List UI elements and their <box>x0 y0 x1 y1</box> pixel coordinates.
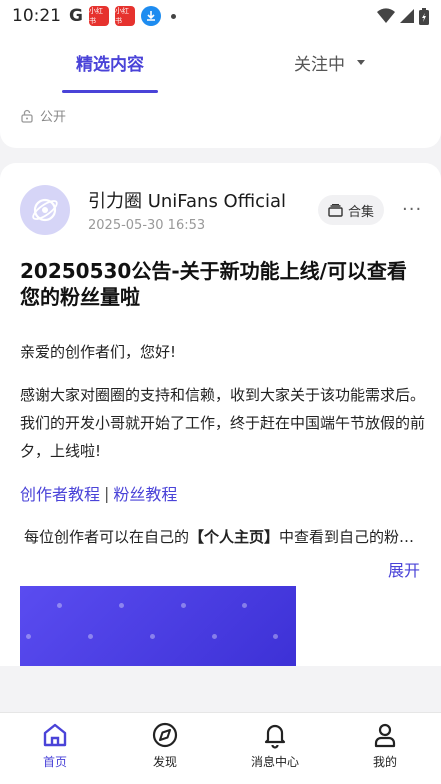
nav-home[interactable]: 首页 <box>15 721 95 770</box>
author-name[interactable]: 引力圈 UniFans Official <box>88 187 288 213</box>
detail-bold: 【个人主页】 <box>189 528 280 546</box>
tab-following[interactable]: 关注中 <box>294 50 365 75</box>
signal-icon <box>400 9 414 23</box>
bell-icon <box>264 724 286 749</box>
image-dot <box>88 634 93 639</box>
download-icon <box>140 6 161 26</box>
post-detail-text: 每位创作者可以在自己的【个人主页】中查看到自己的粉丝量 <box>24 523 424 551</box>
wifi-icon <box>377 8 395 23</box>
image-dot <box>57 603 62 608</box>
tab-following-label: 关注中 <box>294 55 345 75</box>
unlock-icon <box>21 109 33 123</box>
post-card[interactable]: 引力圈 UniFans Official 2025-05-30 16:53 合集… <box>0 163 441 666</box>
image-dot <box>181 603 186 608</box>
feed-header: 精选内容 关注中 公开 <box>0 32 441 148</box>
nav-messages[interactable]: 消息中心 <box>235 721 315 770</box>
detail-suffix: 中查看到自己的粉丝量 <box>279 528 424 546</box>
nav-me-label: 我的 <box>372 755 397 769</box>
post-title[interactable]: 20250530公告-关于新功能上线/可以查看您的粉丝量啦 <box>20 258 425 310</box>
visibility-indicator: 公开 <box>20 106 66 125</box>
more-notifications-dot <box>170 13 176 19</box>
xiaohongshu-notification-icon-2: 小红书 <box>114 6 135 26</box>
image-dot <box>119 603 124 608</box>
nav-messages-label: 消息中心 <box>250 755 299 769</box>
xiaohongshu-notification-icon: 小红书 <box>88 6 109 26</box>
post-greeting: 亲爱的创作者们，您好! <box>20 343 177 361</box>
expand-button[interactable]: 展开 <box>388 557 420 581</box>
status-time: 10:21 <box>12 6 61 26</box>
collection-label: 合集 <box>348 204 375 220</box>
home-icon <box>43 723 67 747</box>
chevron-down-icon <box>357 60 365 65</box>
link-separator: | <box>104 483 110 503</box>
creator-tutorial-link[interactable]: 创作者教程 <box>20 481 100 505</box>
battery-icon <box>419 7 429 25</box>
status-bar: 10:21 G 小红书 小红书 <box>0 0 441 32</box>
image-dot <box>26 634 31 639</box>
bottom-nav: 首页 发现 消息中心 我的 <box>0 712 441 784</box>
image-dot <box>273 634 278 639</box>
fans-tutorial-link[interactable]: 粉丝教程 <box>113 481 177 505</box>
nav-home-label: 首页 <box>42 755 67 769</box>
visibility-label: 公开 <box>40 110 67 125</box>
image-dot <box>242 603 247 608</box>
tab-featured[interactable]: 精选内容 <box>76 50 144 75</box>
tutorial-links: 创作者教程 | 粉丝教程 <box>20 481 177 505</box>
unifans-logo-icon <box>32 198 58 222</box>
nav-discover[interactable]: 发现 <box>125 721 205 770</box>
author-avatar[interactable] <box>20 185 70 235</box>
user-icon <box>374 723 396 748</box>
post-image[interactable] <box>20 586 296 666</box>
post-date: 2025-05-30 16:53 <box>88 218 206 233</box>
nav-me[interactable]: 我的 <box>345 721 425 770</box>
feed-tabs: 精选内容 关注中 <box>0 32 441 93</box>
image-dot <box>150 634 155 639</box>
collection-icon <box>328 203 343 217</box>
google-icon: G <box>69 6 83 26</box>
detail-prefix: 每位创作者可以在自己的 <box>24 528 190 546</box>
tab-indicator <box>62 90 158 93</box>
more-options-icon[interactable]: ··· <box>402 199 422 220</box>
image-dot <box>212 634 217 639</box>
collection-button[interactable]: 合集 <box>318 195 385 225</box>
nav-discover-label: 发现 <box>152 755 177 769</box>
post-body: 感谢大家对圈圈的支持和信赖，收到大家关于该功能需求后。我们的开发小哥就开始了工作… <box>20 386 426 460</box>
compass-icon <box>152 722 178 748</box>
